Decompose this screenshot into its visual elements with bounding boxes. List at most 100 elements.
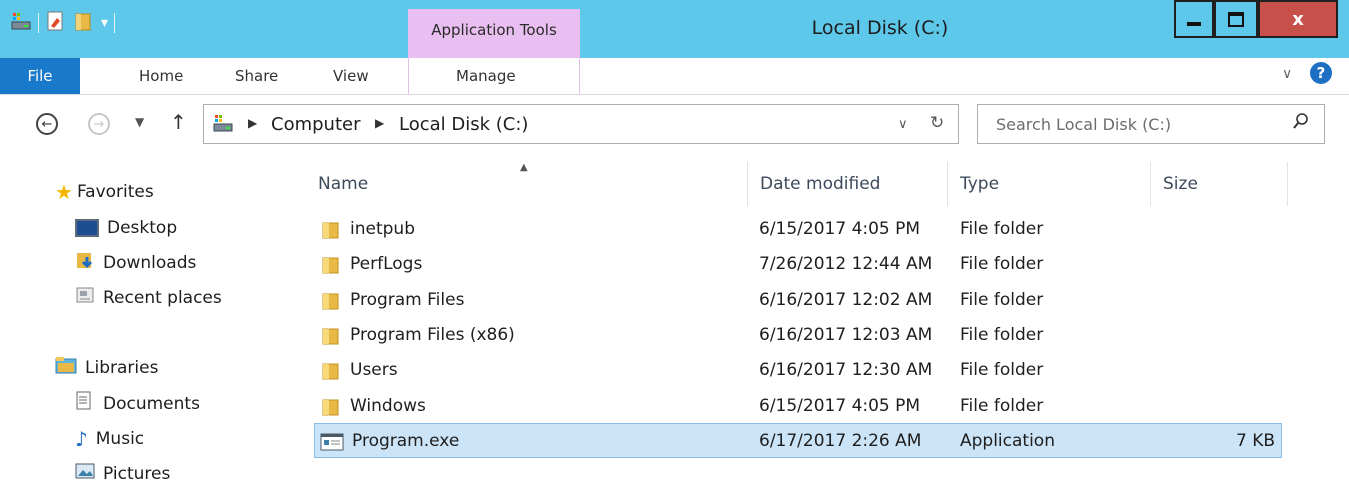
- tab-view[interactable]: View: [333, 67, 369, 85]
- address-dropdown-icon[interactable]: ∨: [898, 117, 908, 132]
- folder-icon: [320, 327, 340, 344]
- name-cell: Users: [320, 352, 398, 387]
- tab-home[interactable]: Home: [139, 67, 183, 85]
- file-name: Program Files: [350, 289, 465, 310]
- navigation-pane: ★ Favorites Desktop Downloads Recent pla…: [0, 157, 290, 502]
- nav-label: Music: [95, 428, 145, 449]
- tab-share[interactable]: Share: [235, 67, 278, 85]
- breadcrumb-computer[interactable]: Computer: [271, 114, 360, 135]
- desktop-icon: [75, 218, 99, 237]
- name-cell: Windows: [320, 388, 426, 423]
- file-date: 6/16/2017 12:03 AM: [759, 324, 933, 345]
- table-row[interactable]: inetpub 6/15/2017 4:05 PM File folder: [314, 211, 1282, 246]
- nav-favorites[interactable]: ★ Favorites: [55, 174, 154, 209]
- breadcrumb-local-disk[interactable]: Local Disk (C:): [399, 114, 528, 135]
- documents-icon: [75, 391, 97, 416]
- close-button[interactable]: x: [1258, 0, 1338, 38]
- nav-item-downloads[interactable]: Downloads: [75, 245, 196, 280]
- drive-icon: [212, 112, 234, 138]
- column-header-label: Size: [1163, 174, 1198, 194]
- expand-ribbon-icon[interactable]: ∨: [1282, 66, 1292, 82]
- nav-label: Recent places: [103, 287, 222, 308]
- nav-label: Libraries: [85, 357, 159, 378]
- nav-label: Downloads: [103, 252, 197, 273]
- folder-icon: [320, 256, 340, 273]
- table-row[interactable]: Program Files 6/16/2017 12:02 AM File fo…: [314, 282, 1282, 317]
- file-name: inetpub: [350, 218, 415, 239]
- nav-item-pictures[interactable]: Pictures: [75, 456, 170, 491]
- search-input[interactable]: Search Local Disk (C:): [996, 115, 1171, 134]
- nav-libraries[interactable]: Libraries: [55, 350, 158, 385]
- tab-file[interactable]: File: [0, 58, 80, 94]
- table-row[interactable]: Windows 6/15/2017 4:05 PM File folder: [314, 388, 1282, 423]
- file-name: Users: [350, 359, 398, 380]
- name-cell: Program Files: [320, 282, 464, 317]
- file-name: PerfLogs: [350, 253, 423, 274]
- nav-label: Pictures: [103, 463, 171, 484]
- column-divider[interactable]: [1150, 162, 1151, 206]
- breadcrumb-chevron-icon[interactable]: ▶: [375, 116, 384, 130]
- recent-places-icon: [75, 285, 97, 310]
- file-date: 6/15/2017 4:05 PM: [759, 395, 921, 416]
- recent-locations-icon[interactable]: ▼: [135, 115, 144, 129]
- file-type: File folder: [960, 218, 1044, 239]
- star-icon: ★: [55, 179, 73, 204]
- column-divider[interactable]: [947, 162, 948, 206]
- new-folder-icon[interactable]: [73, 10, 95, 36]
- minimize-button[interactable]: [1174, 0, 1214, 38]
- drive-icon[interactable]: [10, 10, 32, 36]
- qat-separator: [38, 13, 39, 33]
- column-divider[interactable]: [747, 162, 748, 206]
- forward-button[interactable]: →: [88, 113, 110, 135]
- title-bar: [0, 0, 1349, 58]
- name-cell: Program Files (x86): [320, 317, 515, 352]
- breadcrumb-chevron-icon[interactable]: ▶: [248, 116, 257, 130]
- up-button[interactable]: ↑: [170, 110, 187, 134]
- file-type: File folder: [960, 395, 1044, 416]
- name-cell: Program.exe: [320, 423, 459, 458]
- column-divider[interactable]: [1287, 162, 1288, 206]
- nav-item-music[interactable]: ♪ Music: [75, 421, 144, 456]
- qat-separator: [114, 13, 116, 33]
- nav-item-documents[interactable]: Documents: [75, 386, 200, 421]
- file-type: File folder: [960, 289, 1044, 310]
- table-row[interactable]: PerfLogs 7/26/2012 12:44 AM File folder: [314, 246, 1282, 281]
- table-row-selected[interactable]: Program.exe 6/17/2017 2:26 AM Applicatio…: [314, 423, 1282, 458]
- downloads-icon: [75, 250, 97, 275]
- properties-icon[interactable]: [45, 10, 67, 36]
- search-icon[interactable]: [1293, 112, 1309, 134]
- up-arrow-icon: ↑: [170, 110, 187, 134]
- file-date: 6/16/2017 12:30 AM: [759, 359, 933, 380]
- file-name: Program Files (x86): [350, 324, 515, 345]
- column-header-size[interactable]: Size: [1163, 162, 1283, 206]
- customize-qat-icon[interactable]: ▾: [101, 15, 108, 31]
- column-header-name[interactable]: Name: [318, 162, 748, 206]
- tab-manage[interactable]: Manage: [456, 67, 516, 85]
- table-row[interactable]: Users 6/16/2017 12:30 AM File folder: [314, 352, 1282, 387]
- refresh-icon[interactable]: ↻: [930, 113, 944, 133]
- file-size: 7 KB: [1235, 430, 1275, 451]
- context-tab-label: Application Tools: [431, 21, 557, 39]
- nav-item-desktop[interactable]: Desktop: [75, 210, 177, 245]
- file-name: Windows: [350, 395, 426, 416]
- column-header-label: Name: [318, 174, 369, 194]
- folder-icon: [320, 398, 340, 415]
- file-type: File folder: [960, 359, 1044, 380]
- column-header-label: Type: [960, 174, 1000, 194]
- folder-icon: [320, 221, 340, 238]
- maximize-icon: [1228, 11, 1244, 27]
- help-icon[interactable]: ?: [1310, 62, 1332, 84]
- maximize-button[interactable]: [1214, 0, 1258, 38]
- column-header-date[interactable]: Date modified: [760, 162, 946, 206]
- column-header-label: Date modified: [760, 174, 881, 194]
- nav-item-recent-places[interactable]: Recent places: [75, 280, 222, 315]
- ribbon-tab-strip: [0, 58, 1349, 95]
- back-button[interactable]: ←: [36, 113, 58, 135]
- folder-icon: [320, 362, 340, 379]
- column-header-type[interactable]: Type: [960, 162, 1150, 206]
- file-date: 6/16/2017 12:02 AM: [759, 289, 933, 310]
- file-type: File folder: [960, 253, 1044, 274]
- table-row[interactable]: Program Files (x86) 6/16/2017 12:03 AM F…: [314, 317, 1282, 352]
- quick-access-toolbar: ▾: [10, 10, 116, 36]
- close-icon: x: [1292, 8, 1304, 30]
